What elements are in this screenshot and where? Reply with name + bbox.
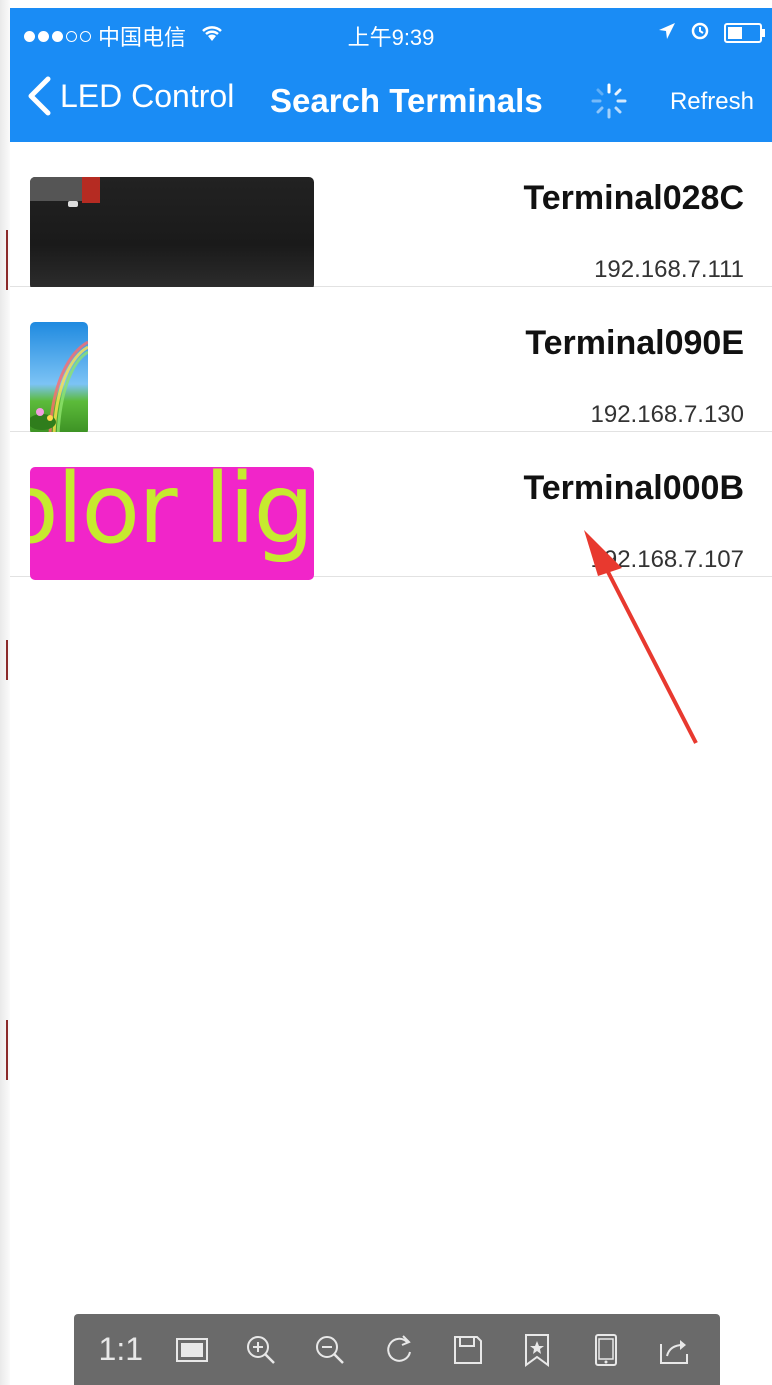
image-viewer-toolbar: 1:1 [74,1314,720,1385]
edge-mark [6,1020,8,1080]
location-icon [658,20,676,46]
nav-row: LED Control Search Terminals Refresh [10,56,772,142]
page-title: Search Terminals [270,82,543,119]
chevron-left-icon [28,76,51,116]
window-edge [0,0,10,1385]
terminal-list: Terminal028C 192.168.7.111 Terminal090E … [10,142,772,580]
battery-icon [724,23,765,43]
zoom-in-icon[interactable] [241,1330,281,1370]
thumbnail-text: olor lig [30,467,314,565]
bookmark-icon[interactable] [517,1330,557,1370]
terminal-name: Terminal090E [525,324,744,362]
status-bar: 中国电信 上午9:39 [10,8,772,56]
zoom-out-icon[interactable] [310,1330,350,1370]
device-icon[interactable] [586,1330,626,1370]
terminal-ip: 192.168.7.111 [594,256,744,283]
terminal-ip: 192.168.7.130 [590,401,744,428]
terminal-name: Terminal000B [523,469,744,507]
terminal-ip: 192.168.7.107 [590,546,744,573]
navigation-bar: 中国电信 上午9:39 LED Control Search Terminals… [10,8,772,142]
status-indicators [658,20,765,46]
back-label: LED Control [60,77,235,114]
terminal-row[interactable]: Terminal090E 192.168.7.130 [10,287,772,435]
refresh-button[interactable]: Refresh [670,88,754,116]
phone-screen: 中国电信 上午9:39 LED Control Search Terminals… [10,8,772,1385]
terminal-thumbnail [30,322,88,435]
terminal-thumbnail [30,177,314,290]
actual-size-button[interactable]: 1:1 [99,1331,143,1368]
terminal-row[interactable]: Terminal028C 192.168.7.111 [10,142,772,290]
edge-mark [6,640,8,680]
fit-screen-icon[interactable] [172,1330,212,1370]
alarm-icon [690,20,710,46]
rotate-icon[interactable] [379,1330,419,1370]
terminal-thumbnail: olor lig [30,467,314,580]
terminal-name: Terminal028C [523,179,744,217]
edge-mark [6,230,8,290]
save-icon[interactable] [448,1330,488,1370]
loading-spinner-icon [591,83,627,119]
terminal-row[interactable]: olor lig Terminal000B 192.168.7.107 [10,432,772,580]
share-icon[interactable] [655,1330,695,1370]
back-button[interactable]: LED Control [26,76,234,116]
